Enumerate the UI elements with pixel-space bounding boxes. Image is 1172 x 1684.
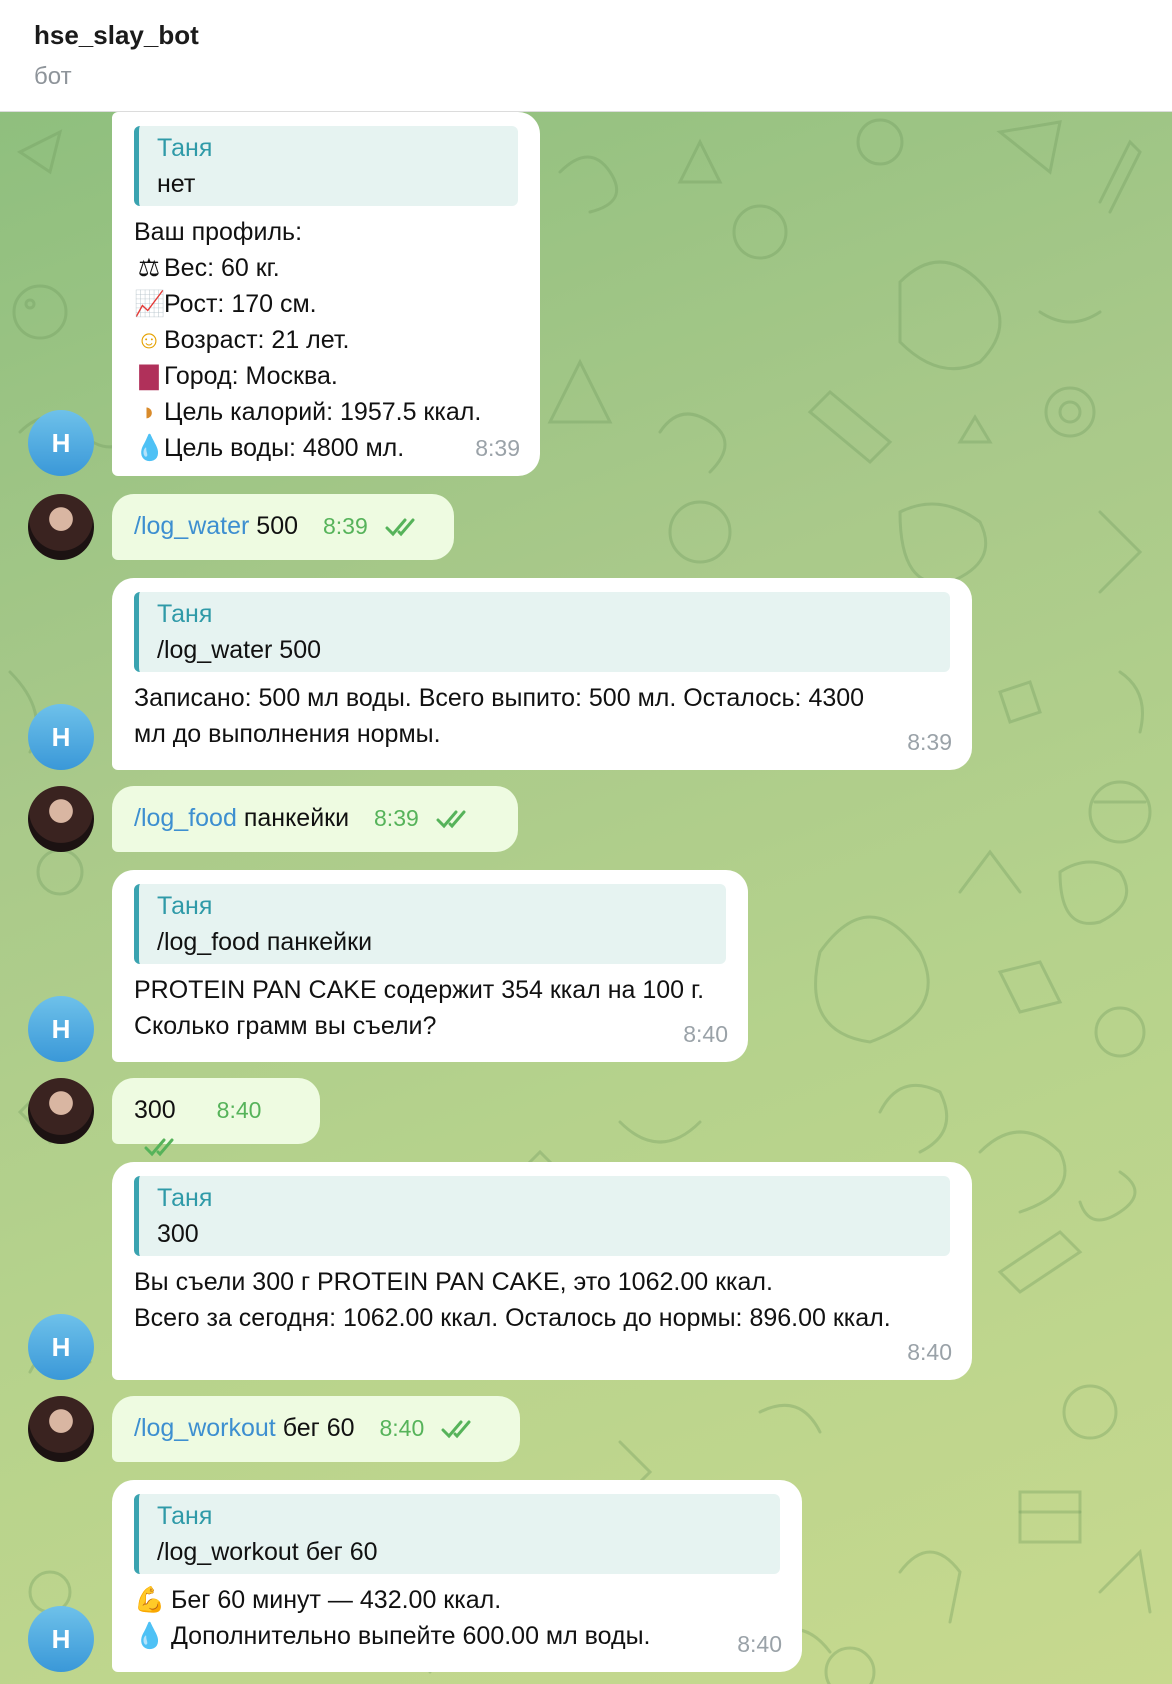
reply-quote[interactable]: Таня нет — [134, 126, 518, 206]
user-avatar[interactable] — [28, 786, 94, 852]
read-ticks-icon — [436, 810, 466, 829]
chat-subtitle: бот — [34, 63, 72, 90]
message-text: Ваш профиль: — [134, 218, 303, 246]
read-ticks-icon — [441, 1420, 471, 1439]
user-message[interactable]: 300 8:40 — [112, 1078, 320, 1157]
bot-message[interactable]: Таня нет Ваш профиль: ⚖ Вес: 60 кг. 📈Рост… — [112, 112, 540, 476]
bot-message[interactable]: Таня /log_food панкейки PROTEIN PAN CAKE… — [112, 870, 748, 1062]
user-avatar[interactable] — [28, 1078, 94, 1144]
message-text: Город: Москва. — [164, 362, 338, 390]
person-icon: ☺ — [136, 326, 162, 354]
quote-author: Таня — [157, 892, 213, 920]
quote-text: /log_water 500 — [157, 636, 322, 664]
chart-increasing-icon: 📈 — [134, 290, 166, 318]
message-text: Бег 60 минут — 432.00 ккал. — [170, 1586, 502, 1614]
message-text: Рост: 170 см. — [164, 290, 317, 318]
bot-avatar[interactable]: Н — [28, 1606, 94, 1672]
quote-text: 300 — [157, 1220, 199, 1248]
message-time: 8:40 — [216, 1097, 262, 1123]
message-time: 8:40 — [683, 1021, 728, 1047]
message-text: 500 — [249, 512, 299, 540]
command-link[interactable]: /log_workout — [134, 1414, 276, 1442]
bot-message[interactable]: Таня /log_water 500 Записано: 500 мл вод… — [112, 578, 972, 770]
reply-quote[interactable]: Таня /log_food панкейки — [134, 884, 726, 964]
reply-quote[interactable]: Таня /log_water 500 — [134, 592, 950, 672]
message-text: панкейки — [236, 804, 350, 832]
read-ticks-icon — [385, 518, 415, 537]
message-text: бег 60 — [275, 1414, 355, 1442]
read-ticks-icon — [144, 1138, 174, 1157]
user-message[interactable]: /log_food панкейки 8:39 — [112, 786, 518, 852]
quote-text: /log_workout бег 60 — [157, 1538, 378, 1566]
quote-author: Таня — [157, 1184, 213, 1212]
user-avatar[interactable] — [28, 494, 94, 560]
quote-author: Таня — [157, 600, 213, 628]
quote-text: /log_food панкейки — [157, 928, 373, 956]
reply-quote[interactable]: Таня 300 — [134, 1176, 950, 1256]
cityscape-icon: ▇ — [139, 362, 159, 390]
message-text: Возраст: 21 лет. — [164, 326, 350, 354]
chat-header[interactable]: hse_slay_bot бот — [0, 0, 1172, 112]
quote-author: Таня — [157, 1502, 213, 1530]
message-text: Дополнительно выпейте 600.00 мл воды. — [170, 1622, 651, 1650]
message-text: Вес: 60 кг. — [164, 254, 280, 282]
message-text: Сколько грамм вы съели? — [134, 1012, 437, 1040]
message-time: 8:40 — [379, 1415, 425, 1441]
message-time: 8:39 — [475, 435, 520, 461]
user-message[interactable]: /log_workout бег 60 8:40 — [112, 1396, 520, 1462]
command-link[interactable]: /log_water — [134, 512, 249, 540]
scales-icon: ⚖ — [137, 254, 161, 282]
bot-avatar[interactable]: Н — [28, 410, 94, 476]
message-text: мл до выполнения нормы. — [134, 720, 441, 748]
message-time: 8:39 — [322, 513, 368, 539]
croissant-icon: ◗ — [141, 398, 157, 426]
bot-message[interactable]: Таня /log_workout бег 60 💪 Бег 60 минут … — [112, 1480, 802, 1672]
message-text: 300 — [134, 1096, 176, 1124]
message-time: 8:40 — [907, 1339, 952, 1365]
reply-quote[interactable]: Таня /log_workout бег 60 — [134, 1494, 780, 1574]
message-list[interactable]: Таня нет Ваш профиль: ⚖ Вес: 60 кг. 📈Рост… — [0, 112, 1172, 1684]
message-text: PROTEIN PAN CAKE содержит 354 ккал на 10… — [134, 976, 705, 1004]
bot-avatar[interactable]: Н — [28, 1314, 94, 1380]
quote-text: нет — [157, 170, 196, 198]
message-time: 8:39 — [907, 729, 952, 755]
message-time: 8:39 — [374, 805, 419, 831]
message-text: Цель воды: 4800 мл. — [164, 434, 405, 462]
message-text: Цель калорий: 1957.5 ккал. — [164, 398, 482, 426]
bot-message[interactable]: Таня 300 Вы съели 300 г PROTEIN PAN CAKE… — [112, 1162, 972, 1380]
bot-avatar[interactable]: Н — [28, 704, 94, 770]
quote-author: Таня — [157, 134, 213, 162]
message-time: 8:40 — [737, 1631, 782, 1657]
flexed-biceps-icon: 💪 — [134, 1586, 166, 1614]
droplet-icon: 💧 — [134, 434, 166, 462]
user-avatar[interactable] — [28, 1396, 94, 1462]
user-message[interactable]: /log_water 500 8:39 — [112, 494, 454, 560]
command-link[interactable]: /log_food — [134, 804, 237, 832]
message-text: Всего за сегодня: 1062.00 ккал. Осталось… — [134, 1304, 891, 1332]
message-text: Вы съели 300 г PROTEIN PAN CAKE, это 106… — [134, 1268, 773, 1296]
message-text: Записано: 500 мл воды. Всего выпито: 500… — [134, 684, 865, 712]
droplet-icon: 💧 — [134, 1622, 166, 1650]
bot-avatar[interactable]: Н — [28, 996, 94, 1062]
chat-title: hse_slay_bot — [34, 20, 199, 50]
